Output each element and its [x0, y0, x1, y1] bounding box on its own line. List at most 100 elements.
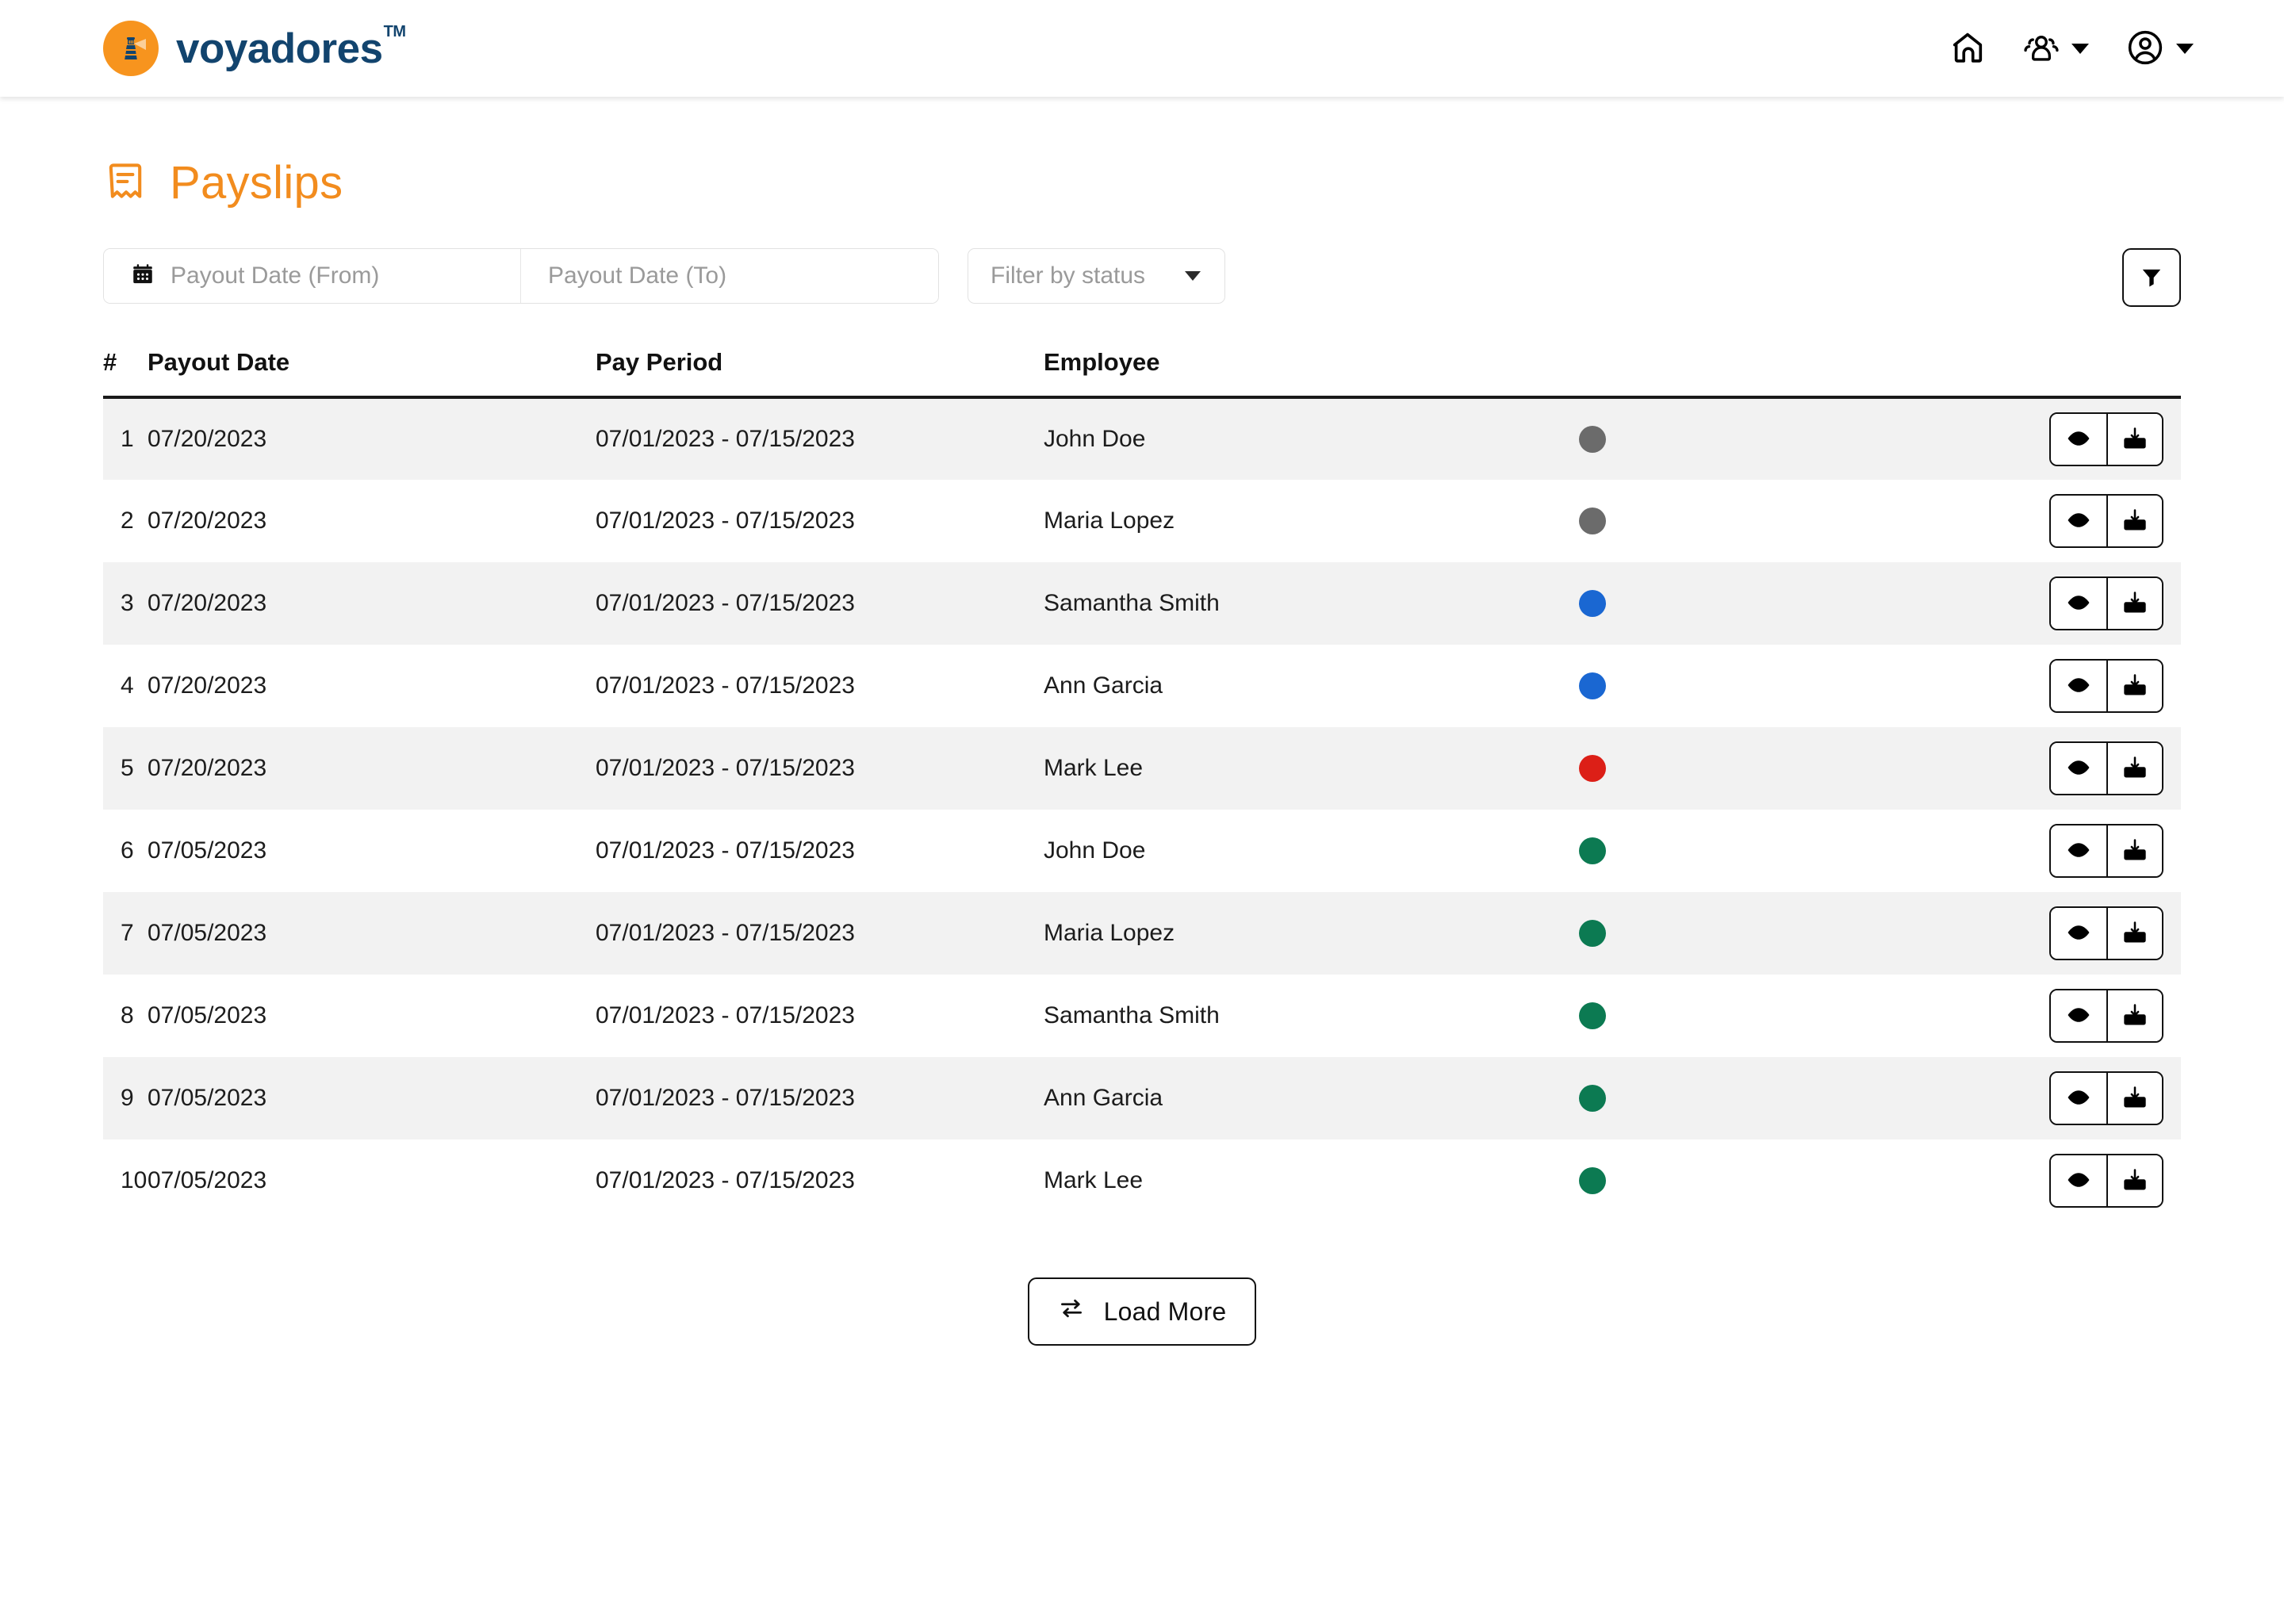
- home-button[interactable]: [1946, 26, 1989, 71]
- cell-payout-date: 07/20/2023: [148, 426, 267, 452]
- cell-payout-date: 07/05/2023: [148, 920, 267, 946]
- view-payslip-button[interactable]: [2051, 496, 2106, 546]
- cell-employee: Samantha Smith: [1044, 1002, 1220, 1028]
- table-row: 2 07/20/2023 07/01/2023 - 07/15/2023 Maria …: [103, 480, 2181, 562]
- load-more-button[interactable]: Load More: [1027, 1277, 1257, 1346]
- view-payslip-button[interactable]: [2051, 990, 2106, 1041]
- row-action-group: [2049, 824, 2163, 878]
- view-payslip-button[interactable]: [2051, 661, 2106, 711]
- table-row: 4 07/20/2023 07/01/2023 - 07/15/2023 Ann Ga…: [103, 645, 2181, 727]
- payout-date-to-input[interactable]: Payout Date (To): [520, 249, 938, 303]
- cell-status: [1579, 727, 2019, 810]
- cell-number: 6: [121, 837, 134, 864]
- cell-status: [1579, 480, 2019, 562]
- cell-status: [1579, 810, 2019, 892]
- cell-number: 8: [121, 1002, 134, 1028]
- page-content: Payslips Payout Date (From) Payout Date …: [0, 97, 2284, 1346]
- cell-status: [1579, 645, 2019, 727]
- cell-number: 4: [121, 672, 134, 699]
- cell-payout-date: 07/20/2023: [148, 508, 267, 534]
- view-payslip-button[interactable]: [2051, 578, 2106, 629]
- download-payslip-button[interactable]: [2106, 661, 2162, 711]
- view-payslip-button[interactable]: [2051, 414, 2106, 465]
- row-action-group: [2049, 989, 2163, 1043]
- view-payslip-button[interactable]: [2051, 908, 2106, 959]
- view-payslip-button[interactable]: [2051, 1073, 2106, 1124]
- cell-actions: [2019, 645, 2181, 727]
- brand-name: voyadoresTM: [176, 22, 406, 72]
- cell-pay-period: 07/01/2023 - 07/15/2023: [596, 1002, 855, 1028]
- page-header: Payslips: [103, 97, 2181, 207]
- download-payslip-button[interactable]: [2106, 578, 2162, 629]
- users-group-icon: [2022, 29, 2060, 69]
- repeat-arrows-icon: [1058, 1295, 1085, 1328]
- cell-employee: Samantha Smith: [1044, 590, 1220, 616]
- teams-menu-button[interactable]: [2019, 25, 2092, 72]
- trademark-symbol: TM: [383, 22, 406, 40]
- row-action-group: [2049, 906, 2163, 960]
- cell-payout-date: 07/05/2023: [148, 837, 267, 864]
- row-action-group: [2049, 494, 2163, 548]
- eye-icon: [2066, 590, 2091, 618]
- cell-pay-period: 07/01/2023 - 07/15/2023: [596, 426, 855, 452]
- view-payslip-button[interactable]: [2051, 743, 2106, 794]
- status-badge: [1579, 1002, 1606, 1029]
- cell-pay-period: 07/01/2023 - 07/15/2023: [596, 590, 855, 616]
- status-filter-select[interactable]: Filter by status: [968, 248, 1225, 304]
- column-header-status: [1579, 348, 2019, 397]
- download-icon: [2122, 1167, 2148, 1195]
- download-icon: [2122, 1002, 2148, 1030]
- cell-employee: Maria Lopez: [1044, 508, 1175, 534]
- table-row: 10 07/05/2023 07/01/2023 - 07/15/2023 Mark …: [103, 1139, 2181, 1222]
- cell-number: 9: [121, 1085, 134, 1111]
- status-badge: [1579, 1085, 1606, 1112]
- download-icon: [2122, 672, 2148, 700]
- download-payslip-button[interactable]: [2106, 414, 2162, 465]
- chevron-down-icon: [2176, 43, 2194, 54]
- cell-actions: [2019, 975, 2181, 1057]
- cell-status: [1579, 397, 2019, 480]
- load-more-label: Load More: [1103, 1297, 1227, 1326]
- table-row: 9 07/05/2023 07/01/2023 - 07/15/2023 Ann Ga…: [103, 1057, 2181, 1139]
- row-action-group: [2049, 741, 2163, 795]
- filter-funnel-button[interactable]: [2122, 248, 2181, 307]
- download-payslip-button[interactable]: [2106, 743, 2162, 794]
- download-payslip-button[interactable]: [2106, 1073, 2162, 1124]
- eye-icon: [2066, 1085, 2091, 1113]
- cell-pay-period: 07/01/2023 - 07/15/2023: [596, 1085, 855, 1111]
- eye-icon: [2066, 508, 2091, 535]
- column-header-pay-period: Pay Period: [596, 348, 723, 376]
- cell-status: [1579, 1139, 2019, 1222]
- brand-logo[interactable]: voyadoresTM: [103, 21, 406, 76]
- table-row: 5 07/20/2023 07/01/2023 - 07/15/2023 Mark L…: [103, 727, 2181, 810]
- status-badge: [1579, 755, 1606, 782]
- row-action-group: [2049, 659, 2163, 713]
- receipt-icon: [103, 159, 148, 207]
- cell-status: [1579, 562, 2019, 645]
- download-payslip-button[interactable]: [2106, 1155, 2162, 1206]
- cell-actions: [2019, 480, 2181, 562]
- row-action-group: [2049, 1154, 2163, 1208]
- cell-employee: Ann Garcia: [1044, 672, 1163, 699]
- column-header-actions: [2019, 348, 2181, 397]
- download-payslip-button[interactable]: [2106, 825, 2162, 876]
- account-menu-button[interactable]: [2122, 25, 2197, 73]
- date-range-group: Payout Date (From) Payout Date (To): [103, 248, 939, 304]
- cell-status: [1579, 892, 2019, 975]
- eye-icon: [2066, 426, 2091, 454]
- download-payslip-button[interactable]: [2106, 908, 2162, 959]
- cell-payout-date: 07/20/2023: [148, 590, 267, 616]
- cell-pay-period: 07/01/2023 - 07/15/2023: [596, 508, 855, 534]
- view-payslip-button[interactable]: [2051, 1155, 2106, 1206]
- status-badge: [1579, 1167, 1606, 1194]
- download-payslip-button[interactable]: [2106, 496, 2162, 546]
- cell-actions: [2019, 810, 2181, 892]
- filter-bar: Payout Date (From) Payout Date (To) Filt…: [103, 248, 2181, 307]
- eye-icon: [2066, 672, 2091, 700]
- download-payslip-button[interactable]: [2106, 990, 2162, 1041]
- status-badge: [1579, 920, 1606, 947]
- column-header-employee: Employee: [1044, 348, 1160, 376]
- view-payslip-button[interactable]: [2051, 825, 2106, 876]
- payout-date-to-placeholder: Payout Date (To): [548, 262, 727, 289]
- payout-date-from-input[interactable]: Payout Date (From): [104, 249, 520, 303]
